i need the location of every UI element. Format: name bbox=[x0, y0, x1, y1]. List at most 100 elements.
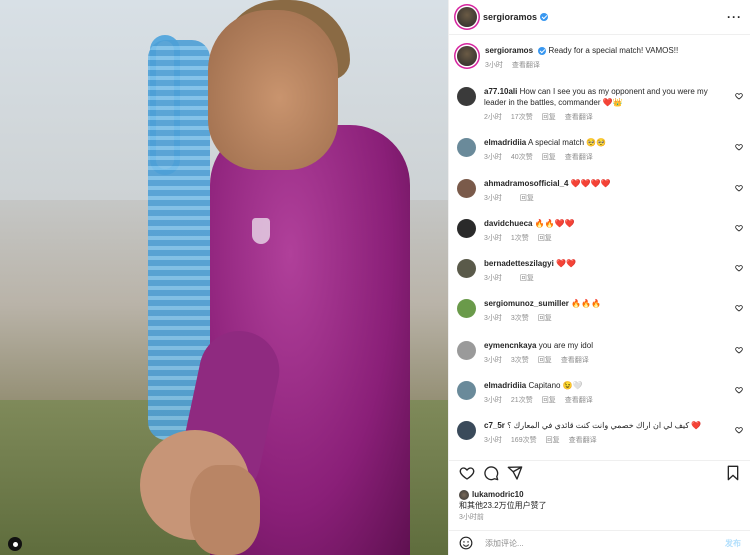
comment-time: 3小时 bbox=[484, 195, 502, 202]
comment-emoji: 🥺🥺 bbox=[586, 138, 607, 147]
verified-icon bbox=[540, 13, 549, 21]
comment-like-heart-icon[interactable] bbox=[735, 143, 743, 151]
post-comment-button[interactable]: 发布 bbox=[725, 538, 741, 549]
comment-likes[interactable]: 21次赞 bbox=[511, 395, 533, 406]
comment-like-heart-icon[interactable] bbox=[735, 304, 743, 312]
share-icon[interactable] bbox=[507, 465, 523, 481]
comment-row: c7_5r كيف لي ان اراك خصمي وانت كنت قائدي… bbox=[457, 420, 747, 446]
reply-button[interactable]: 回复 bbox=[520, 273, 534, 284]
commenter-username[interactable]: davidchueca bbox=[484, 219, 532, 228]
reply-button[interactable]: 回复 bbox=[538, 233, 552, 244]
see-translation[interactable]: 查看翻译 bbox=[561, 355, 589, 366]
comment-time: 3小时 bbox=[484, 235, 502, 242]
likes-count-text[interactable]: 和其他23.2万位用户赞了 bbox=[459, 501, 547, 510]
comment-row: elmadridiia A special match 🥺🥺 3小时 40次赞 回复查… bbox=[457, 137, 747, 163]
commenter-avatar[interactable] bbox=[457, 87, 476, 106]
commenter-username[interactable]: a77.10ali bbox=[484, 87, 517, 96]
comment-like-heart-icon[interactable] bbox=[735, 346, 743, 354]
author-avatar[interactable] bbox=[457, 7, 477, 27]
reply-button[interactable]: 回复 bbox=[546, 435, 560, 446]
post-photo[interactable] bbox=[0, 0, 448, 555]
commenter-avatar[interactable] bbox=[457, 341, 476, 360]
liker-username[interactable]: lukamodric10 bbox=[472, 490, 524, 499]
comment-time: 3小时 bbox=[484, 315, 502, 322]
comment-icon[interactable] bbox=[483, 465, 499, 481]
commenter-username[interactable]: sergiomunoz_sumiller bbox=[484, 299, 569, 308]
comment-emoji: 🔥🔥🔥 bbox=[571, 299, 602, 308]
post-header: sergioramos ··· bbox=[449, 0, 750, 35]
comment-row: elmadridiia Capitano 😉🤍 3小时 21次赞 回复 查看翻译 bbox=[457, 380, 747, 406]
club-crest bbox=[252, 218, 270, 244]
commenter-username[interactable]: c7_5r bbox=[484, 421, 505, 430]
comment-likes[interactable]: 17次赞 bbox=[511, 112, 533, 123]
comment-row: ahmadramosofficial_4 ❤️❤️❤️❤️ 3小时 回复 bbox=[457, 178, 747, 204]
comment-like-heart-icon[interactable] bbox=[735, 264, 743, 272]
comments-list: sergioramos Ready for a special match! V… bbox=[449, 36, 750, 456]
caption: sergioramos Ready for a special match! V… bbox=[457, 45, 747, 71]
commenter-username[interactable]: elmadridiia bbox=[484, 138, 526, 147]
tagged-users-icon[interactable] bbox=[8, 537, 22, 551]
comment-time: 3小时 bbox=[484, 154, 502, 161]
see-translation[interactable]: 查看翻译 bbox=[569, 435, 597, 446]
comment-like-heart-icon[interactable] bbox=[735, 184, 743, 192]
comment-input[interactable]: 添加评论... bbox=[485, 538, 725, 549]
see-translation[interactable]: 查看翻译 bbox=[512, 60, 540, 71]
commenter-username[interactable]: ahmadramosofficial_4 bbox=[484, 179, 568, 188]
avatar[interactable] bbox=[457, 46, 477, 66]
comment-time: 3小时 bbox=[484, 437, 502, 444]
commenter-avatar[interactable] bbox=[457, 421, 476, 440]
post-actions bbox=[449, 460, 750, 484]
comment-likes[interactable]: 3次赞 bbox=[511, 355, 529, 366]
heart-icon[interactable] bbox=[459, 465, 475, 481]
reply-button[interactable]: 回复 bbox=[538, 355, 552, 366]
player-head bbox=[208, 10, 338, 170]
comment-time: 3小时 bbox=[484, 397, 502, 404]
commenter-username[interactable]: elmadridiia bbox=[484, 381, 526, 390]
comment-text: Capitano bbox=[528, 381, 561, 390]
comment-like-heart-icon[interactable] bbox=[735, 386, 743, 394]
add-comment-bar: 添加评论... 发布 bbox=[449, 530, 750, 555]
reply-button[interactable]: 回复 bbox=[542, 395, 556, 406]
author-username[interactable]: sergioramos bbox=[483, 12, 537, 22]
comment-text: How can I see you as my opponent and you… bbox=[484, 87, 708, 107]
comment-row: eymencnkaya you are my idol 3小时 3次赞 回复 查看翻译 bbox=[457, 340, 747, 366]
comment-likes[interactable]: 1次赞 bbox=[511, 233, 529, 244]
commenter-avatar[interactable] bbox=[457, 299, 476, 318]
comment-like-heart-icon[interactable] bbox=[735, 92, 743, 100]
commenter-avatar[interactable] bbox=[457, 179, 476, 198]
comment-row: davidchueca 🔥🔥❤️❤️ 3小时 1次赞 回复 bbox=[457, 218, 747, 244]
liker-avatar[interactable] bbox=[459, 489, 469, 500]
player-hand-tattoo bbox=[190, 465, 260, 555]
commenter-username[interactable]: eymencnkaya bbox=[484, 341, 536, 350]
more-horizontal-icon[interactable]: ··· bbox=[727, 10, 742, 24]
reply-button[interactable]: 回复 bbox=[538, 313, 552, 324]
commenter-avatar[interactable] bbox=[457, 259, 476, 278]
verified-icon bbox=[538, 46, 547, 55]
commenter-avatar[interactable] bbox=[457, 138, 476, 157]
comment-emoji: ❤️❤️❤️❤️ bbox=[570, 179, 611, 188]
comment-like-heart-icon[interactable] bbox=[735, 224, 743, 232]
comment-time: 3小时 bbox=[484, 275, 502, 282]
smile-icon[interactable] bbox=[459, 536, 473, 550]
comment-likes[interactable]: 40次赞 bbox=[511, 152, 533, 163]
see-translation[interactable]: 查看翻译 bbox=[565, 152, 593, 163]
comment-text: you are my idol bbox=[538, 341, 593, 350]
reply-button[interactable]: 回复 bbox=[542, 112, 556, 123]
reply-button[interactable]: 回复 bbox=[520, 193, 534, 204]
comment-likes[interactable]: 169次赞 bbox=[511, 435, 537, 446]
bookmark-icon[interactable] bbox=[725, 465, 741, 481]
comment-emoji: ❤️ bbox=[691, 421, 702, 430]
see-translation[interactable]: 查看翻译 bbox=[565, 112, 593, 123]
comment-likes[interactable]: 3次赞 bbox=[511, 313, 529, 324]
reply-button[interactable]: 回复 bbox=[542, 152, 556, 163]
commenter-avatar[interactable] bbox=[457, 381, 476, 400]
likes-summary: lukamodric10 和其他23.2万位用户赞了 bbox=[459, 489, 547, 511]
comment-row: bernadetteszilagyi ❤️❤️ 3小时 回复 bbox=[457, 258, 747, 284]
comment-text: A special match bbox=[528, 138, 585, 147]
commenter-username[interactable]: bernadetteszilagyi bbox=[484, 259, 554, 268]
comment-like-heart-icon[interactable] bbox=[735, 426, 743, 434]
comment-row: a77.10ali How can I see you as my oppone… bbox=[457, 86, 747, 123]
commenter-avatar[interactable] bbox=[457, 219, 476, 238]
caption-username[interactable]: sergioramos bbox=[485, 46, 533, 55]
see-translation[interactable]: 查看翻译 bbox=[565, 395, 593, 406]
